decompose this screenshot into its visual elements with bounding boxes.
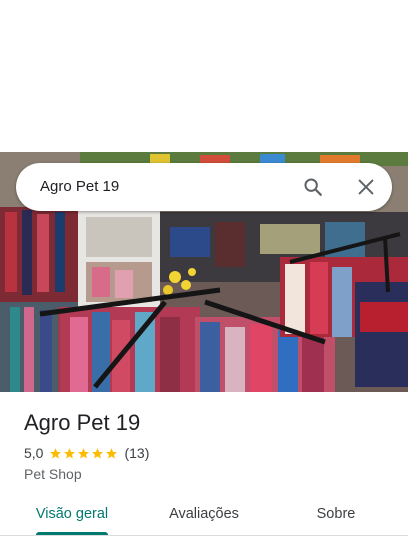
star-icon (106, 447, 118, 458)
place-category[interactable]: Pet Shop (24, 465, 82, 483)
search-input[interactable]: Agro Pet 19 (40, 177, 119, 197)
search-bar[interactable]: Agro Pet 19 (16, 163, 392, 211)
place-name: Agro Pet 19 (24, 410, 141, 435)
star-icon (92, 447, 104, 458)
rating-stars (49, 447, 119, 460)
rating-value: 5,0 (24, 445, 44, 461)
top-blank-area (0, 0, 408, 152)
star-icon (78, 447, 90, 458)
tab-about[interactable]: Sobre (286, 494, 386, 534)
close-icon[interactable] (355, 176, 377, 198)
star-icon (50, 447, 62, 458)
search-icon[interactable] (302, 176, 324, 198)
tab-reviews[interactable]: Avaliações (154, 494, 254, 534)
tab-bar: Visão geral Avaliações Sobre (0, 494, 408, 536)
rating-row[interactable]: 5,0 (13) (24, 444, 149, 462)
tabs-divider (0, 535, 408, 536)
star-icon (64, 447, 76, 458)
review-count[interactable]: (13) (124, 445, 149, 461)
tab-overview[interactable]: Visão geral (22, 494, 122, 534)
